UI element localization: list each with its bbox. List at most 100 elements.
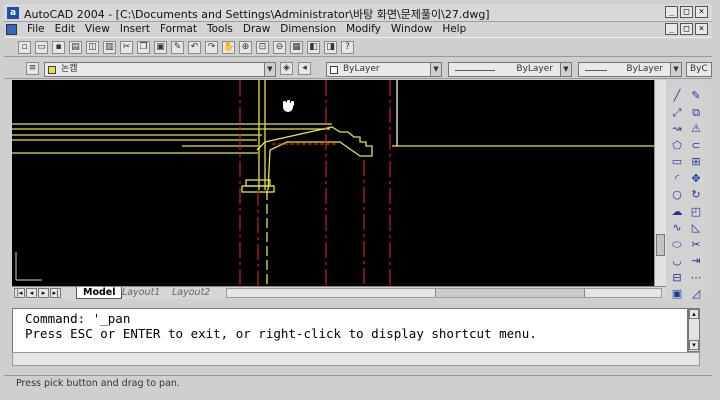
- menu-file[interactable]: File: [22, 23, 50, 35]
- lineweight-combo[interactable]: ByLayer ▼: [578, 62, 682, 77]
- properties-icon[interactable]: ▦: [290, 41, 303, 54]
- make-object-layer-current-icon[interactable]: ◈: [280, 62, 293, 75]
- help-icon[interactable]: ?: [341, 41, 354, 54]
- preview-icon[interactable]: ◫: [86, 41, 99, 54]
- matchprop-icon[interactable]: ✎: [171, 41, 184, 54]
- construction-lines: [12, 80, 654, 286]
- layer-manager-icon[interactable]: ≡: [26, 62, 39, 75]
- layer-combo[interactable]: 논캠 ▼: [44, 62, 276, 77]
- last-tab-button[interactable]: ▸|: [50, 288, 61, 298]
- arc-icon[interactable]: ◜: [668, 171, 686, 187]
- scroll-down-icon[interactable]: ▾: [689, 340, 699, 350]
- zoom-previous-icon[interactable]: ⊖: [273, 41, 286, 54]
- circle-icon[interactable]: ○: [668, 187, 686, 203]
- menu-draw[interactable]: Draw: [238, 23, 275, 35]
- trim-icon[interactable]: ✂: [687, 237, 705, 253]
- menu-format[interactable]: Format: [155, 23, 202, 35]
- doc-restore-button[interactable]: □: [680, 23, 693, 35]
- command-vertical-scrollbar[interactable]: ▴ ▾: [688, 308, 700, 352]
- chevron-down-icon[interactable]: ▼: [560, 63, 571, 76]
- maximize-button[interactable]: □: [680, 6, 693, 18]
- rotate-icon[interactable]: ↻: [687, 187, 705, 203]
- extend-icon[interactable]: ⇥: [687, 253, 705, 269]
- pline-icon[interactable]: ↝: [668, 121, 686, 137]
- tab-layout2[interactable]: Layout2: [166, 287, 216, 299]
- menu-help[interactable]: Help: [437, 23, 471, 35]
- open-icon[interactable]: ▭: [35, 41, 48, 54]
- menu-bar: File Edit View Insert Format Tools Draw …: [4, 22, 712, 37]
- paste-icon[interactable]: ▣: [154, 41, 167, 54]
- cut-icon[interactable]: ✂: [120, 41, 133, 54]
- minimize-button[interactable]: _: [665, 6, 678, 18]
- undo-icon[interactable]: ↶: [188, 41, 201, 54]
- chevron-down-icon[interactable]: ▼: [430, 63, 441, 76]
- linetype-value: ByLayer: [516, 64, 553, 74]
- color-combo[interactable]: ByLayer ▼: [326, 62, 442, 77]
- horizontal-scrollbar[interactable]: [226, 288, 662, 298]
- centerlines: [239, 80, 391, 286]
- move-icon[interactable]: ✥: [687, 171, 705, 187]
- stretch-icon[interactable]: ◺: [687, 220, 705, 236]
- zoom-realtime-icon[interactable]: ⊕: [239, 41, 252, 54]
- mirror-icon[interactable]: ⚠: [687, 121, 705, 137]
- menu-tools[interactable]: Tools: [202, 23, 238, 35]
- ellipse-arc-icon[interactable]: ◡: [668, 253, 686, 269]
- break-icon[interactable]: ⋯: [687, 270, 705, 286]
- copy-icon[interactable]: ❐: [137, 41, 150, 54]
- design-center-icon[interactable]: ◧: [307, 41, 320, 54]
- plotstyle-combo[interactable]: ByC: [686, 62, 712, 77]
- menu-window[interactable]: Window: [386, 23, 437, 35]
- plot-icon[interactable]: ▥: [103, 41, 116, 54]
- drawing-area[interactable]: [12, 80, 654, 286]
- redo-icon[interactable]: ↷: [205, 41, 218, 54]
- rectangle-icon[interactable]: ▭: [668, 154, 686, 170]
- scroll-thumb[interactable]: [435, 289, 585, 297]
- chevron-down-icon[interactable]: ▼: [670, 63, 681, 76]
- erase-icon[interactable]: ✎: [687, 88, 705, 104]
- autocad-window: a AutoCAD 2004 - [C:\Documents and Setti…: [0, 0, 720, 400]
- save-icon[interactable]: ▪: [52, 41, 65, 54]
- tab-layout1[interactable]: Layout1: [116, 287, 166, 299]
- chevron-down-icon[interactable]: ▼: [264, 63, 275, 76]
- offset-icon[interactable]: ⊂: [687, 138, 705, 154]
- polygon-icon[interactable]: ⬠: [668, 138, 686, 154]
- tool-palettes-icon[interactable]: ◨: [324, 41, 337, 54]
- line-icon[interactable]: ╱: [668, 88, 686, 104]
- ellipse-icon[interactable]: ⬭: [668, 237, 686, 253]
- chamfer-icon[interactable]: ◿: [687, 286, 705, 302]
- array-icon[interactable]: ⊞: [687, 154, 705, 170]
- close-button[interactable]: ×: [695, 6, 708, 18]
- tab-nav-buttons: |◂ ◂ ▸ ▸|: [14, 288, 61, 298]
- new-icon[interactable]: ▫: [18, 41, 31, 54]
- layer-previous-icon[interactable]: ◂: [298, 62, 311, 75]
- make-block-icon[interactable]: ▣: [668, 286, 686, 302]
- drawing-canvas[interactable]: [12, 80, 654, 286]
- menu-edit[interactable]: Edit: [50, 23, 80, 35]
- first-tab-button[interactable]: |◂: [14, 288, 25, 298]
- insert-block-icon[interactable]: ⊟: [668, 270, 686, 286]
- menu-insert[interactable]: Insert: [115, 23, 155, 35]
- prev-tab-button[interactable]: ◂: [26, 288, 37, 298]
- copy-icon[interactable]: ⧉: [687, 105, 705, 121]
- doc-minimize-button[interactable]: _: [665, 23, 678, 35]
- scroll-thumb[interactable]: [656, 234, 665, 256]
- draw-modify-toolbar: ╱ ✎ ⤢ ⧉ ↝ ⚠ ⬠ ⊂ ▭ ⊞ ◜ ✥ ○ ↻ ☁ ◰ ∿ ◺ ⬭ ✂ …: [666, 86, 706, 300]
- menu-modify[interactable]: Modify: [341, 23, 386, 35]
- pan-icon[interactable]: ✋: [222, 41, 235, 54]
- vertical-scrollbar[interactable]: [654, 80, 666, 286]
- autocad-app-icon[interactable]: a: [7, 7, 19, 19]
- print-icon[interactable]: ▤: [69, 41, 82, 54]
- xline-icon[interactable]: ⤢: [668, 105, 686, 121]
- revcloud-icon[interactable]: ☁: [668, 204, 686, 220]
- doc-close-button[interactable]: ×: [695, 23, 708, 35]
- spline-icon[interactable]: ∿: [668, 220, 686, 236]
- next-tab-button[interactable]: ▸: [38, 288, 49, 298]
- menu-dimension[interactable]: Dimension: [275, 23, 341, 35]
- document-icon[interactable]: [6, 24, 17, 35]
- command-horizontal-scrollbar[interactable]: [12, 352, 700, 366]
- zoom-window-icon[interactable]: ⊡: [256, 41, 269, 54]
- scale-icon[interactable]: ◰: [687, 204, 705, 220]
- linetype-combo[interactable]: ByLayer ▼: [448, 62, 572, 77]
- scroll-up-icon[interactable]: ▴: [689, 309, 699, 319]
- menu-view[interactable]: View: [80, 23, 115, 35]
